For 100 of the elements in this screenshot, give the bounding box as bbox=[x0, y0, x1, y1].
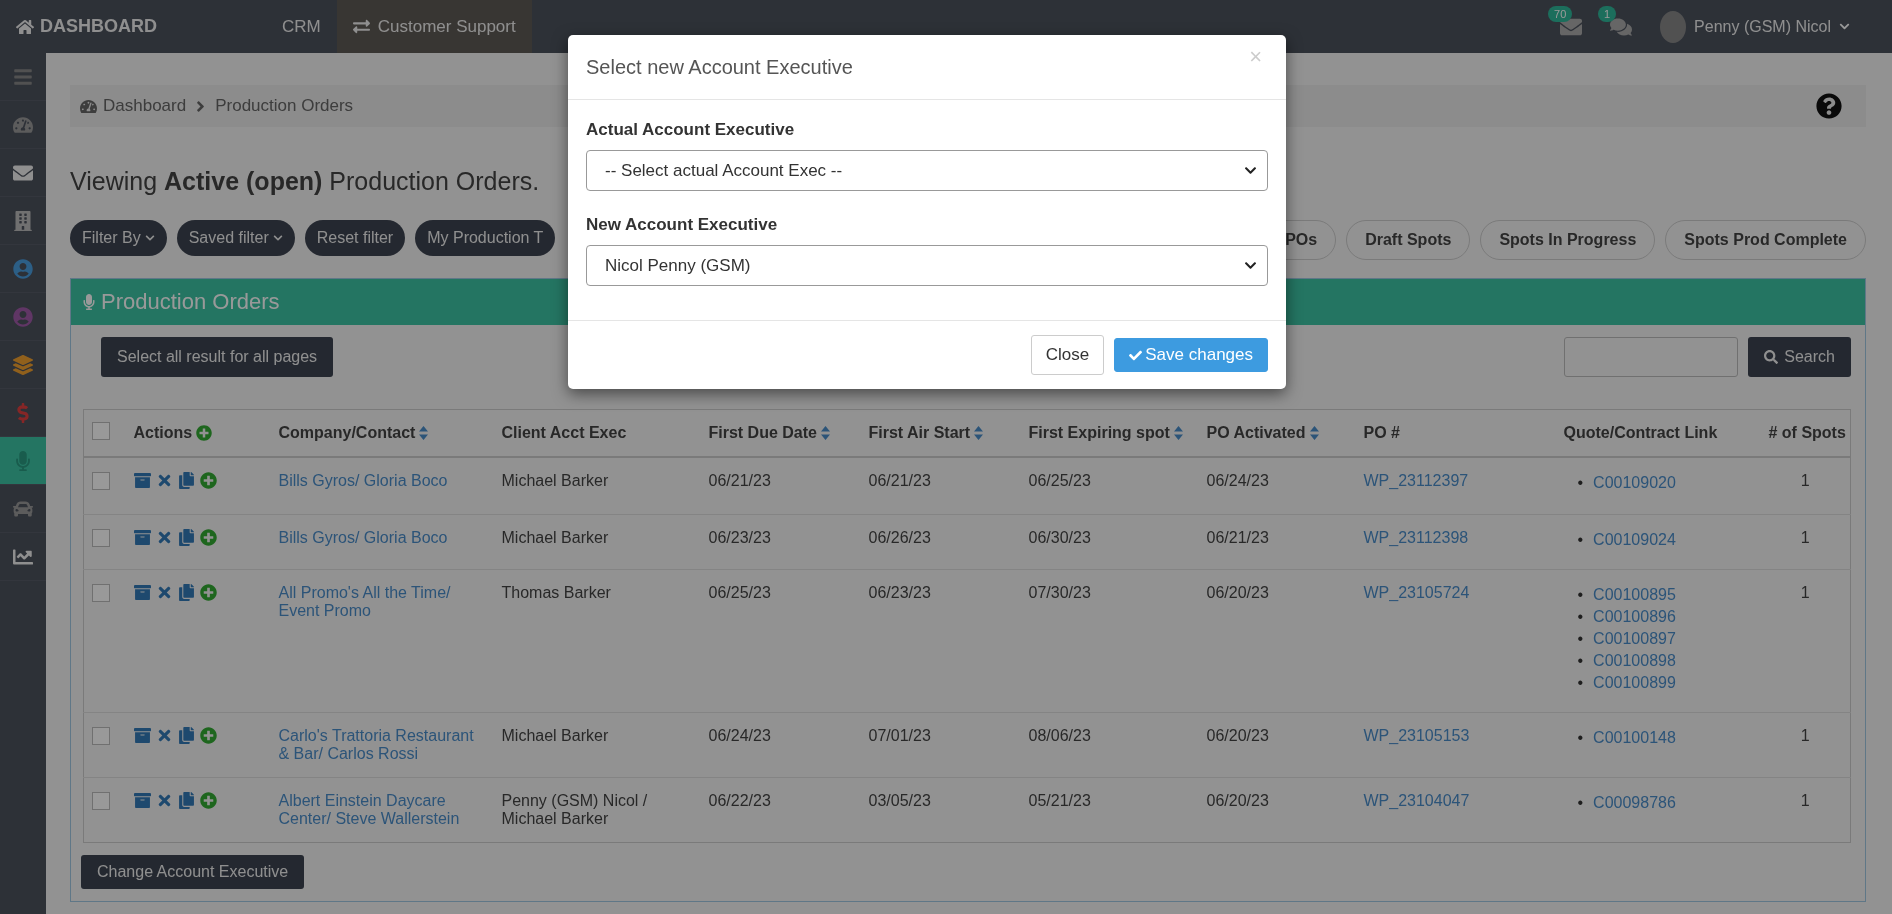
breadcrumb-current: Production Orders bbox=[215, 96, 354, 116]
copy-icon[interactable] bbox=[177, 583, 195, 601]
dashboard-icon[interactable] bbox=[13, 114, 33, 135]
row-checkbox[interactable] bbox=[92, 472, 110, 490]
status-filter-button[interactable]: Spots Prod Complete bbox=[1665, 220, 1866, 260]
filter-button[interactable]: Reset filter bbox=[304, 220, 406, 256]
home-icon[interactable] bbox=[16, 17, 34, 36]
filter-button[interactable]: Saved filter bbox=[176, 220, 295, 256]
quote-link[interactable]: C00100148 bbox=[1593, 728, 1676, 746]
search-button[interactable]: Search bbox=[1748, 337, 1851, 377]
company-link[interactable]: All Promo's All the Time/ Event Promo bbox=[278, 583, 486, 620]
table-cell: 07/30/23 bbox=[1028, 583, 1091, 601]
microphone-icon[interactable] bbox=[13, 450, 33, 471]
add-icon[interactable] bbox=[199, 472, 217, 489]
column-header: Quote/Contract Link bbox=[1563, 424, 1718, 442]
column-header[interactable]: PO Activated bbox=[1206, 424, 1319, 442]
quote-link[interactable]: C00098786 bbox=[1593, 793, 1676, 811]
po-link[interactable]: WP_23105724 bbox=[1363, 583, 1470, 601]
po-link[interactable]: WP_23104047 bbox=[1363, 791, 1470, 809]
filter-button[interactable]: Filter By bbox=[70, 220, 167, 256]
field-label: Actual Account Executive bbox=[586, 120, 796, 140]
quote-link[interactable]: C00100898 bbox=[1593, 651, 1676, 669]
table-cell: 06/20/23 bbox=[1206, 791, 1269, 809]
archive-icon[interactable] bbox=[133, 528, 151, 546]
user-icon[interactable] bbox=[13, 306, 33, 327]
layers-icon[interactable] bbox=[13, 354, 33, 375]
po-link[interactable]: WP_23105153 bbox=[1363, 726, 1470, 744]
building-icon[interactable] bbox=[13, 210, 33, 231]
exchange-icon bbox=[352, 18, 370, 35]
po-link[interactable]: WP_23112398 bbox=[1363, 528, 1469, 546]
archive-icon[interactable] bbox=[133, 583, 151, 601]
table-cell: 06/20/23 bbox=[1206, 583, 1269, 601]
archive-icon[interactable] bbox=[133, 472, 151, 489]
search-field[interactable] bbox=[1564, 337, 1739, 377]
quote-link[interactable]: C00100896 bbox=[1593, 607, 1676, 625]
quote-link[interactable]: C00109024 bbox=[1593, 530, 1676, 548]
quote-link[interactable]: C00100895 bbox=[1593, 585, 1676, 603]
close-button[interactable]: Close bbox=[1030, 335, 1105, 375]
menu-icon[interactable] bbox=[13, 66, 33, 87]
row-checkbox[interactable] bbox=[92, 726, 110, 745]
brand-title[interactable]: DASHBOARD bbox=[40, 16, 157, 37]
company-link[interactable]: Bills Gyros/ Gloria Boco bbox=[278, 528, 486, 547]
company-link[interactable]: Bills Gyros/ Gloria Boco bbox=[278, 472, 486, 490]
bullet: • bbox=[1577, 728, 1584, 746]
quote-link[interactable]: C00100897 bbox=[1593, 629, 1676, 647]
table-cell: 08/06/23 bbox=[1028, 726, 1091, 744]
breadcrumb-link[interactable]: Dashboard bbox=[103, 96, 187, 116]
user-icon[interactable] bbox=[13, 258, 33, 279]
field-label: New Account Executive bbox=[586, 215, 779, 235]
table-cell: 1 bbox=[1800, 528, 1810, 546]
caret-icon[interactable] bbox=[1839, 21, 1850, 32]
avatar[interactable] bbox=[1660, 10, 1687, 43]
table-cell: 06/26/23 bbox=[868, 528, 931, 546]
column-header: Client Acct Exec bbox=[501, 424, 627, 442]
copy-icon[interactable] bbox=[177, 791, 195, 809]
copy-icon[interactable] bbox=[177, 726, 195, 744]
add-icon[interactable] bbox=[199, 726, 217, 744]
column-header[interactable]: First Expiring spot bbox=[1028, 424, 1183, 442]
chat-badge: 1 bbox=[1598, 5, 1617, 22]
company-link[interactable]: Carlo's Trattoria Restaurant & Bar/ Carlos Rossi bbox=[278, 726, 486, 763]
table-cell: 06/24/23 bbox=[1206, 472, 1269, 489]
archive-icon[interactable] bbox=[133, 791, 151, 809]
modal-title: Select new Account Executive bbox=[586, 55, 853, 79]
user-menu[interactable]: Penny (GSM) Nicol bbox=[1694, 17, 1831, 36]
company-link[interactable]: Albert Einstein Daycare Center/ Steve Wallerstein bbox=[278, 791, 486, 828]
select-field[interactable]: Nicol Penny (GSM) bbox=[586, 245, 1268, 286]
add-icon[interactable] bbox=[199, 791, 217, 809]
row-checkbox[interactable] bbox=[92, 583, 110, 602]
table-cell: Penny (GSM) Nicol / Michael Barker bbox=[501, 791, 648, 827]
status-filter-button[interactable]: Spots In Progress bbox=[1480, 220, 1656, 260]
change-executive-button[interactable]: Change Account Executive bbox=[81, 854, 305, 889]
table-cell: 06/21/23 bbox=[1206, 528, 1269, 546]
search-icon bbox=[1764, 350, 1779, 364]
copy-icon[interactable] bbox=[177, 528, 195, 546]
table-cell: Thomas Barker bbox=[501, 583, 611, 601]
column-header[interactable]: First Air Start bbox=[868, 424, 984, 442]
header-checkbox[interactable] bbox=[92, 422, 110, 440]
table-cell: 1 bbox=[1800, 791, 1810, 809]
column-header[interactable]: Company/Contact bbox=[278, 424, 429, 442]
select-all-button[interactable]: Select all result for all pages bbox=[101, 337, 334, 377]
add-icon[interactable] bbox=[199, 583, 217, 601]
add-icon[interactable] bbox=[199, 528, 217, 546]
row-checkbox[interactable] bbox=[92, 528, 110, 547]
row-checkbox[interactable] bbox=[92, 791, 110, 810]
archive-icon[interactable] bbox=[133, 726, 151, 744]
column-header[interactable]: First Due Date bbox=[708, 424, 830, 442]
select-field[interactable]: -- Select actual Account Exec -- bbox=[586, 150, 1268, 191]
save-button[interactable]: Save changes bbox=[1114, 338, 1268, 372]
bullet: • bbox=[1577, 673, 1584, 691]
copy-icon[interactable] bbox=[177, 472, 195, 489]
quote-link[interactable]: C00109020 bbox=[1593, 474, 1676, 491]
nav-item[interactable]: Customer Support bbox=[336, 0, 532, 53]
po-link[interactable]: WP_23112397 bbox=[1363, 472, 1469, 489]
column-header: PO # bbox=[1363, 424, 1400, 442]
table-cell: 06/23/23 bbox=[708, 528, 771, 546]
filter-button[interactable]: My Production T bbox=[415, 220, 556, 256]
quote-link[interactable]: C00100899 bbox=[1593, 673, 1676, 691]
nav-item[interactable]: CRM bbox=[266, 0, 337, 53]
status-filter-button[interactable]: Draft Spots bbox=[1346, 220, 1471, 260]
help-icon[interactable] bbox=[1816, 93, 1842, 119]
